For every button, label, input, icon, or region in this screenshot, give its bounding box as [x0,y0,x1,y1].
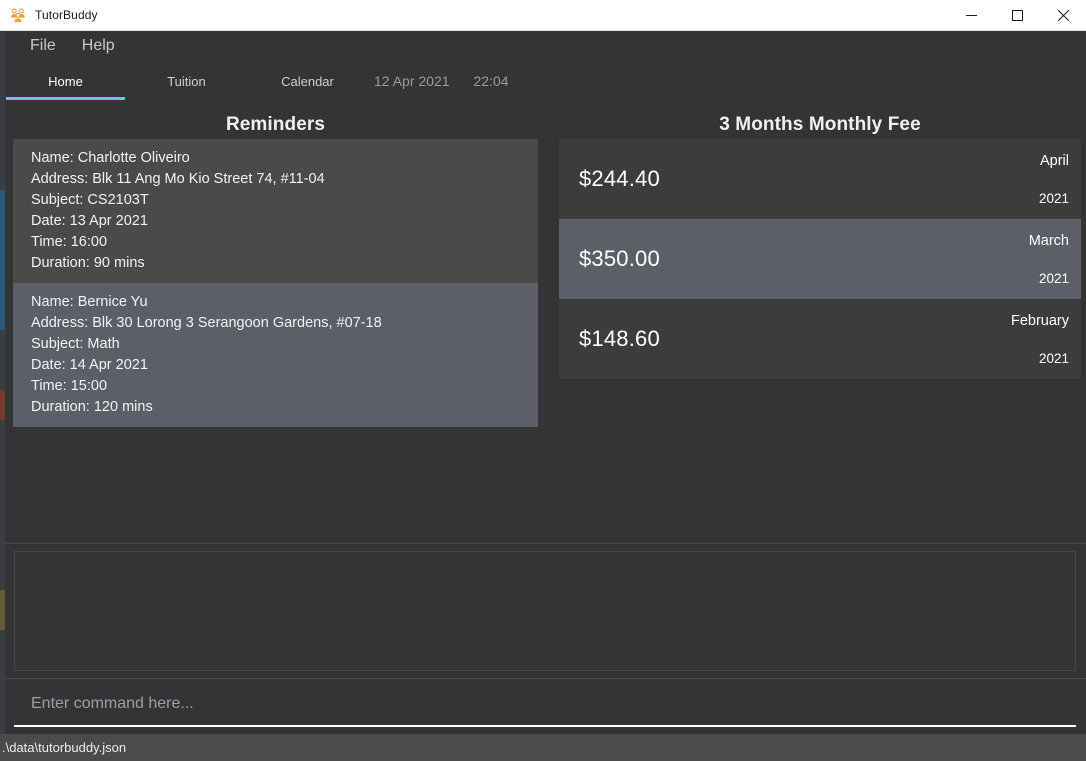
window-controls [948,0,1086,30]
fee-year: 2021 [1038,190,1069,206]
result-display-box[interactable] [14,551,1076,671]
tab-active-indicator [6,97,125,100]
monthly-fee-panel: 3 Months Monthly Fee $244.40 April 2021 … [554,103,1086,543]
tab-calendar[interactable]: Calendar [247,62,368,100]
reminder-address: Address: Blk 11 Ang Mo Kio Street 74, #1… [31,171,325,187]
fee-month: February [1010,312,1069,329]
reminder-card[interactable]: Name: Bernice Yu Address: Blk 30 Lorong … [13,283,538,427]
reminder-time: Time: 15:00 [31,378,108,394]
monthly-fee-list[interactable]: $244.40 April 2021 $350.00 March 2021 $1… [559,139,1081,379]
fee-period: April 2021 [1039,139,1069,219]
menu-bar: File Help [5,30,1086,62]
reminder-name: Name: Bernice Yu [31,294,148,310]
reminder-name: Name: Charlotte Oliveiro [31,150,190,166]
fee-year: 2021 [1038,270,1069,286]
tabs-row: Home Tuition Calendar 12 Apr 2021 22:04 [5,62,1086,103]
reminder-time: Time: 16:00 [31,234,108,250]
reminders-title: Reminders [225,114,326,135]
fee-amount: $148.60 [579,326,660,351]
monthly-fee-card[interactable]: $148.60 February 2021 [559,299,1081,379]
reminder-duration: Duration: 120 mins [31,399,153,415]
reminder-subject: Subject: CS2103T [31,192,149,208]
menu-item-help[interactable]: Help [72,35,125,57]
main-content: Reminders Name: Charlotte Oliveiro Addre… [5,103,1086,543]
result-display-section [5,543,1086,678]
tab-tuition[interactable]: Tuition [126,62,247,100]
people-group-icon [10,7,26,23]
clock-block: 12 Apr 2021 22:04 [374,62,509,100]
result-display-text [15,552,1075,564]
fee-amount: $244.40 [579,166,660,191]
reminder-card[interactable]: Name: Charlotte Oliveiro Address: Blk 11… [13,139,538,283]
monthly-fee-title: 3 Months Monthly Fee [719,114,921,135]
fee-amount: $350.00 [579,246,660,271]
reminder-subject: Subject: Math [31,336,120,352]
monthly-fee-card[interactable]: $244.40 April 2021 [559,139,1081,219]
tab-home-label: Home [48,73,83,89]
clock-time: 22:04 [473,73,509,89]
status-bar: .\data\tutorbuddy.json [0,734,1086,761]
tab-tuition-label: Tuition [167,73,206,89]
window-title: TutorBuddy [35,8,98,22]
tab-home[interactable]: Home [5,62,126,100]
menu-item-file[interactable]: File [20,35,66,57]
reminder-date: Date: 14 Apr 2021 [31,357,148,373]
reminders-panel: Reminders Name: Charlotte Oliveiro Addre… [5,103,546,543]
fee-month: April [1039,152,1069,169]
fee-period: March 2021 [1029,219,1069,299]
command-box-section [5,678,1086,734]
application-window: TutorBuddy File Help Home Tuition Calend… [0,0,1086,761]
reminder-date: Date: 13 Apr 2021 [31,213,148,229]
title-bar: TutorBuddy [0,0,1086,31]
fee-period: February 2021 [1011,299,1069,379]
monthly-fee-card[interactable]: $350.00 March 2021 [559,219,1081,299]
tab-bar: Home Tuition Calendar 12 Apr 2021 22:04 [5,62,1086,103]
command-input[interactable] [14,687,1076,727]
status-bar-save-location: .\data\tutorbuddy.json [2,740,127,755]
fee-month: March [1028,232,1069,249]
minimize-icon[interactable] [948,0,994,30]
clock-date: 12 Apr 2021 [374,73,450,89]
tab-calendar-label: Calendar [281,73,334,89]
reminders-list[interactable]: Name: Charlotte Oliveiro Address: Blk 11… [13,139,538,427]
maximize-icon[interactable] [994,0,1040,30]
reminder-duration: Duration: 90 mins [31,255,145,271]
reminder-address: Address: Blk 30 Lorong 3 Serangoon Garde… [31,315,382,331]
fee-year: 2021 [1038,350,1069,366]
close-icon[interactable] [1040,0,1086,30]
title-bar-left: TutorBuddy [0,7,948,23]
